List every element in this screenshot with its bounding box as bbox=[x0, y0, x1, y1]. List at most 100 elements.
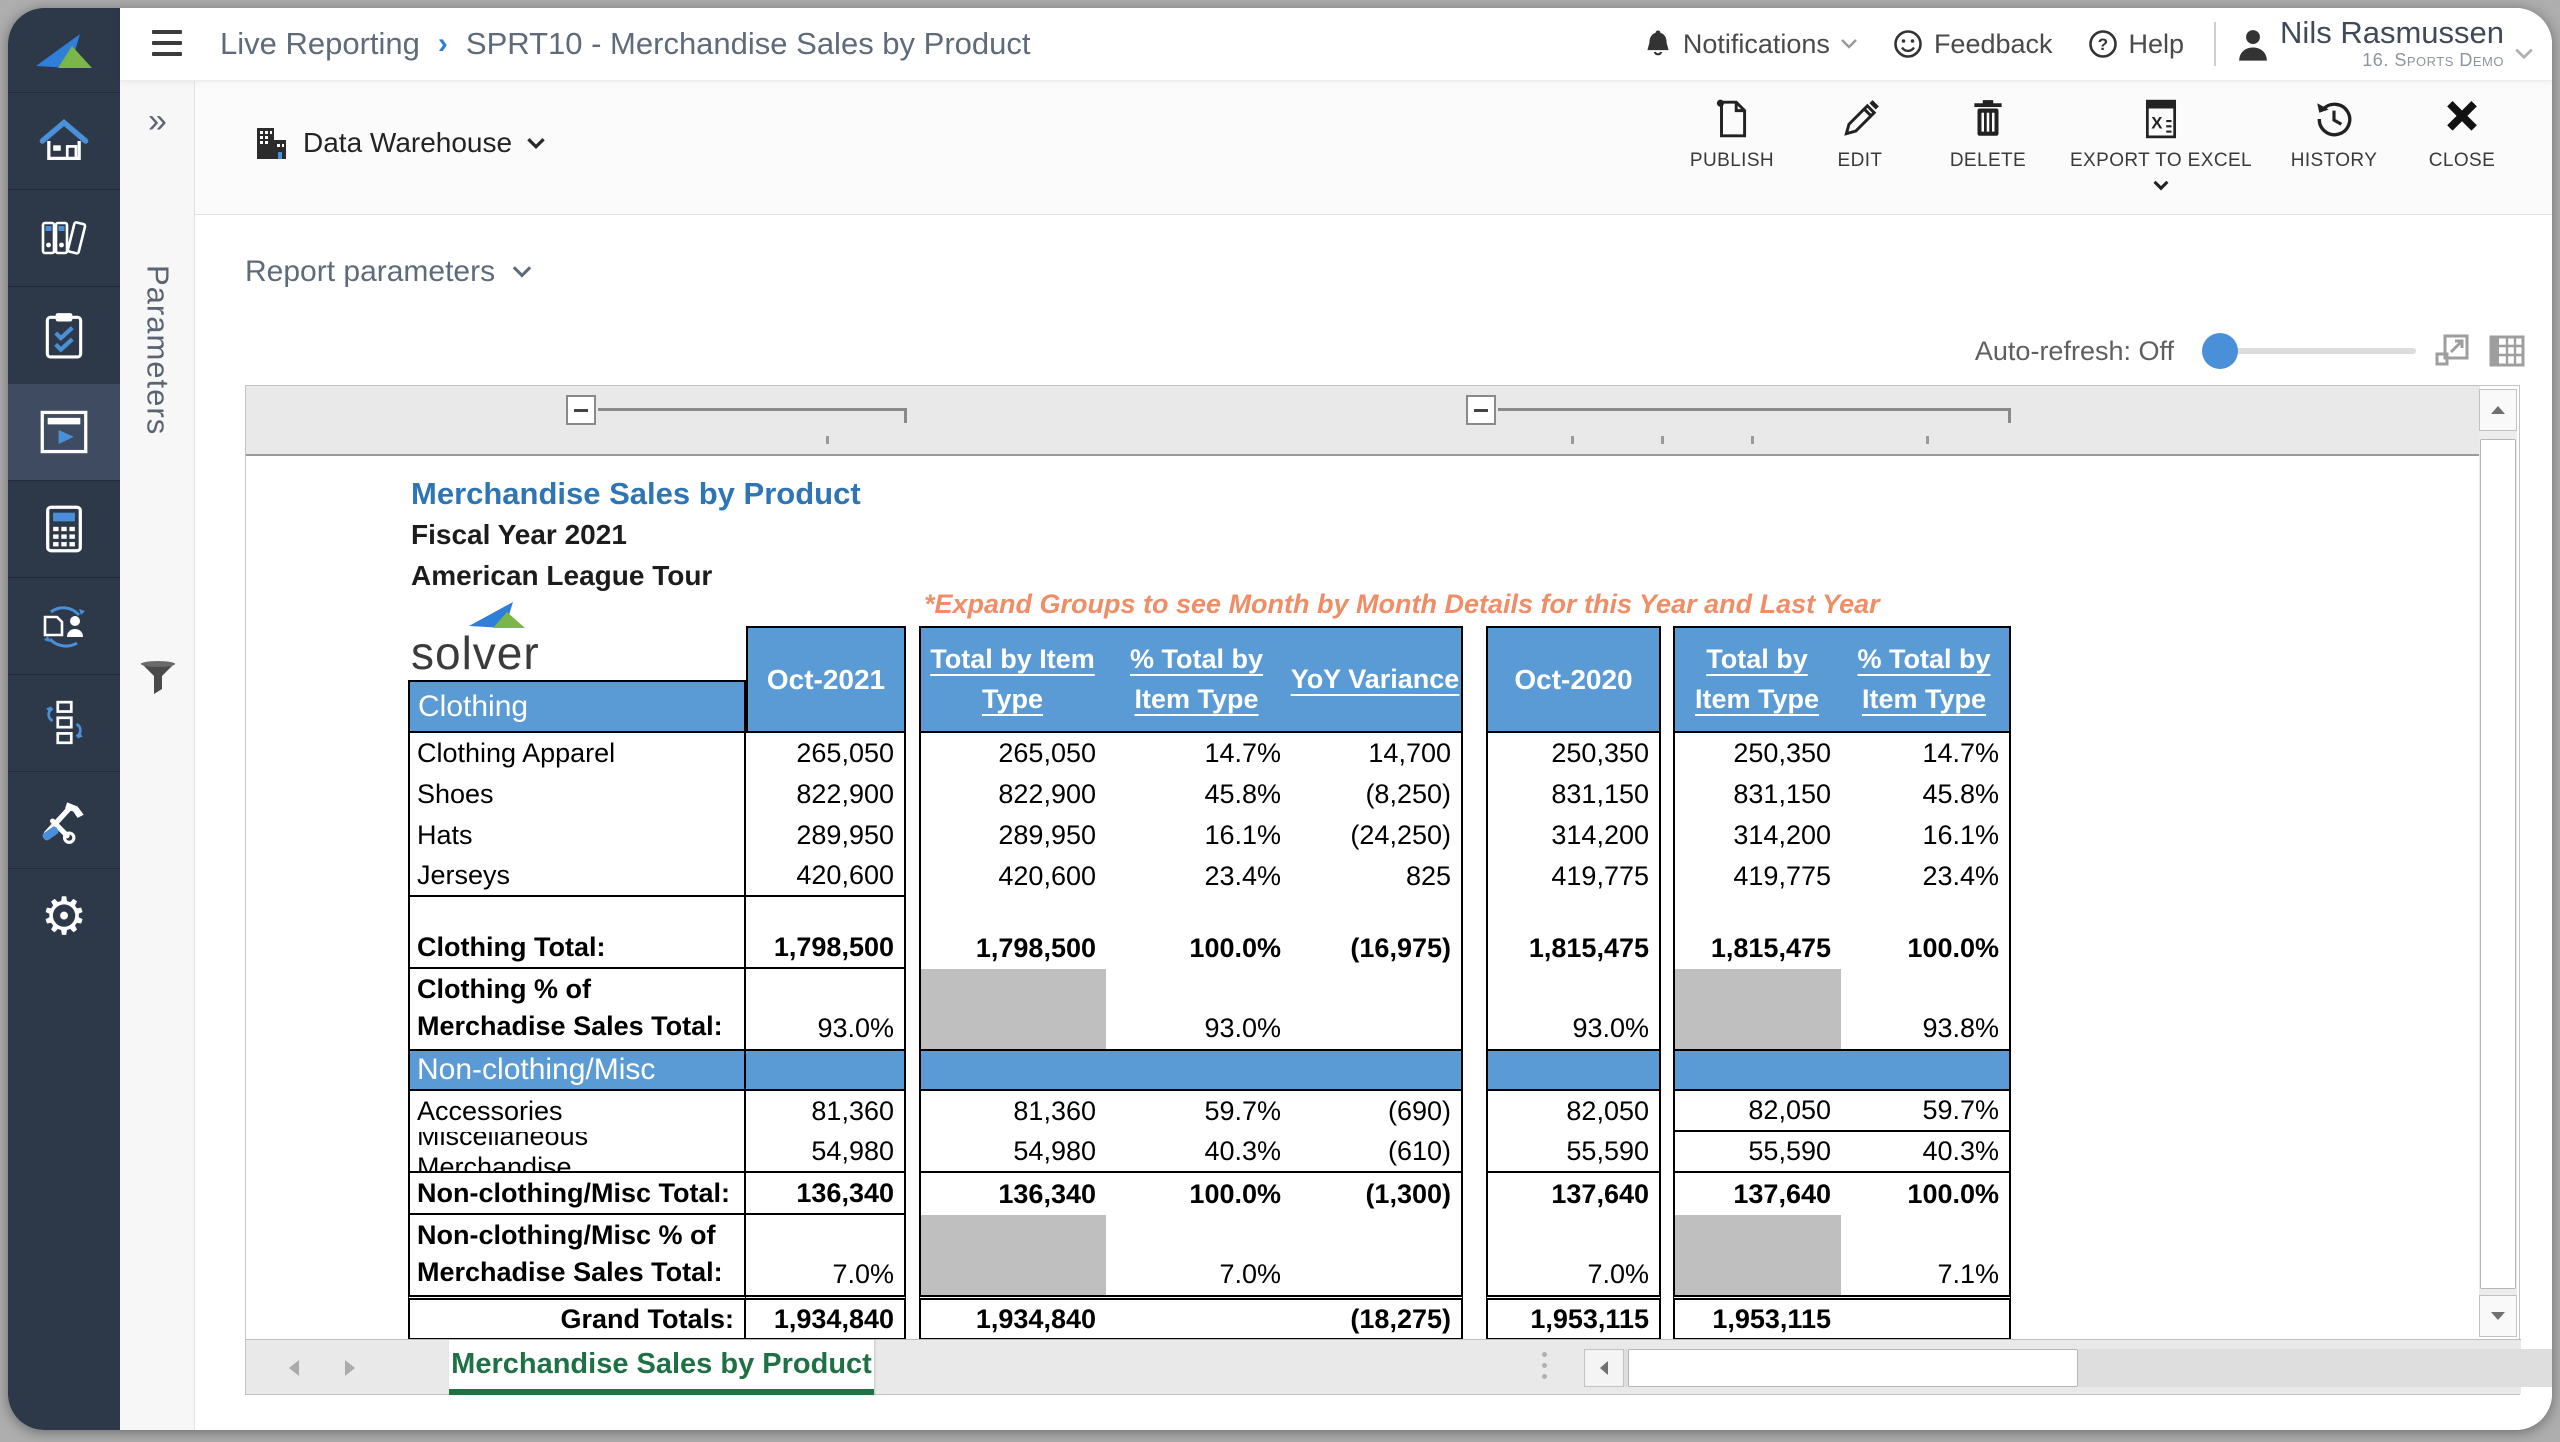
month1-cell: 1,934,840 bbox=[746, 1295, 906, 1341]
report-parameters-toggle[interactable]: Report parameters bbox=[245, 255, 533, 289]
publish-button[interactable]: PUBLISH bbox=[1672, 94, 1792, 176]
row-label-cell: Shoes bbox=[408, 774, 746, 815]
total-by-item-cell: 265,050 bbox=[919, 733, 1106, 774]
month1-cell: 54,980 bbox=[746, 1132, 906, 1173]
data-source-dropdown[interactable]: Data Warehouse bbox=[253, 124, 546, 162]
hamburger-menu-icon[interactable] bbox=[152, 30, 182, 56]
app-root: Live Reporting › SPRT10 - Merchandise Sa… bbox=[0, 0, 2560, 1442]
group-1-bracket-end bbox=[904, 408, 907, 423]
pencil-icon bbox=[1840, 98, 1880, 140]
vertical-scroll-thumb[interactable] bbox=[2480, 439, 2516, 1289]
scroll-down-button[interactable] bbox=[2479, 1295, 2517, 1337]
sidebar-item-process[interactable] bbox=[8, 674, 120, 771]
report-player-icon bbox=[39, 409, 89, 455]
month1-cell: 93.0% bbox=[746, 969, 906, 1049]
table-row: Non-clothing/Misc % of Merchadise Sales … bbox=[408, 1215, 2011, 1295]
funnel-icon[interactable] bbox=[138, 660, 178, 696]
column-header-pct-total-by-item-type: % Total by Item Type bbox=[1104, 640, 1289, 718]
month1-cell: 1,798,500 bbox=[746, 927, 906, 969]
sidebar-item-settings[interactable]: ⚙ bbox=[8, 868, 120, 965]
breadcrumb-report-name[interactable]: SPRT10 - Merchandise Sales by Product bbox=[466, 26, 1031, 62]
group-2-bracket bbox=[1498, 408, 2010, 411]
tools-icon bbox=[38, 796, 90, 844]
row-label-cell: Non-clothing/Misc Total: bbox=[408, 1173, 746, 1215]
grid-view-icon[interactable] bbox=[2488, 333, 2526, 369]
report-subtitle-year: Fiscal Year 2021 bbox=[411, 519, 627, 551]
table-row: Miscellaneous Merchandise54,98054,98040.… bbox=[408, 1132, 2011, 1173]
notifications-button[interactable]: Notifications bbox=[1633, 28, 1868, 60]
publish-label: PUBLISH bbox=[1690, 150, 1774, 172]
total-by-item-ly-cell: 55,590 bbox=[1673, 1132, 1841, 1173]
previous-sheet-icon[interactable] bbox=[286, 1358, 302, 1378]
close-icon bbox=[2443, 98, 2481, 140]
resize-icon[interactable] bbox=[2434, 333, 2470, 369]
solver-logo[interactable] bbox=[8, 8, 120, 92]
month2-cell: 250,350 bbox=[1486, 733, 1661, 774]
table-row: Non-clothing/Misc Total:136,340136,34010… bbox=[408, 1173, 2011, 1215]
outline-tick bbox=[1926, 436, 1929, 444]
row-label-cell: Grand Totals: bbox=[408, 1295, 746, 1341]
report-content: Report parameters Auto-refresh: Off bbox=[195, 215, 2552, 1430]
pct-total-cell: 100.0% bbox=[1106, 1173, 1291, 1215]
column-group-this-year: Total by Item Type % Total by Item Type … bbox=[919, 626, 1463, 733]
table-section-row: Non-clothing/Misc bbox=[408, 1049, 2011, 1091]
value-cell bbox=[746, 897, 906, 927]
feedback-button[interactable]: Feedback bbox=[1882, 28, 2063, 60]
row-label-cell: Jerseys bbox=[408, 856, 746, 897]
sidebar-item-budgeting[interactable] bbox=[8, 480, 120, 577]
help-button[interactable]: ? Help bbox=[2077, 28, 2195, 60]
sidebar-item-collaboration[interactable] bbox=[8, 577, 120, 674]
sidebar-item-home[interactable] bbox=[8, 92, 120, 189]
collapse-group-1-button[interactable] bbox=[566, 395, 596, 425]
total-by-item-ly-cell: 82,050 bbox=[1673, 1091, 1841, 1132]
header-right-group: Notifications Feedback ? Help Nils Rasmu… bbox=[1633, 8, 2534, 80]
breadcrumb-live-reporting[interactable]: Live Reporting bbox=[220, 26, 420, 62]
history-button[interactable]: HISTORY bbox=[2274, 94, 2394, 176]
horizontal-scrollbar bbox=[1584, 1349, 2552, 1387]
close-button[interactable]: CLOSE bbox=[2402, 94, 2522, 176]
user-menu[interactable]: Nils Rasmussen 16. Sports Demo bbox=[2236, 17, 2534, 71]
pct-total-ly-cell bbox=[1841, 1295, 2011, 1341]
month1-cell: 7.0% bbox=[746, 1215, 906, 1295]
pct-total-cell: 14.7% bbox=[1106, 733, 1291, 774]
row-label-cell: Hats bbox=[408, 815, 746, 856]
tabbar-splitter[interactable] bbox=[1542, 1352, 1547, 1379]
user-name: Nils Rasmussen bbox=[2280, 17, 2504, 50]
data-source-label: Data Warehouse bbox=[303, 127, 512, 159]
value-cell bbox=[1673, 1049, 2011, 1091]
sidebar-item-live-reporting[interactable] bbox=[8, 383, 120, 480]
scroll-left-button[interactable] bbox=[1584, 1349, 1624, 1387]
user-info: Nils Rasmussen 16. Sports Demo bbox=[2280, 17, 2504, 71]
total-by-item-ly-cell: 1,953,115 bbox=[1673, 1295, 1841, 1341]
total-by-item-cell bbox=[919, 1215, 1106, 1295]
svg-text:X: X bbox=[2151, 113, 2163, 132]
sheet-tab-nav bbox=[286, 1340, 358, 1395]
column-group-last-year: Total by Item Type % Total by Item Type bbox=[1673, 626, 2011, 733]
auto-refresh-slider[interactable] bbox=[2206, 348, 2416, 354]
sidebar-item-administration[interactable] bbox=[8, 771, 120, 868]
row-label-cell: Miscellaneous Merchandise bbox=[408, 1132, 746, 1173]
collapse-group-2-button[interactable] bbox=[1466, 395, 1496, 425]
delete-button[interactable]: DELETE bbox=[1928, 94, 2048, 176]
group-1-bracket bbox=[598, 408, 906, 411]
horizontal-scroll-thumb[interactable] bbox=[1628, 1349, 2078, 1387]
expand-parameters-icon[interactable]: » bbox=[120, 102, 195, 141]
sheet-tab-active[interactable]: Merchandise Sales by Product bbox=[449, 1340, 874, 1395]
value-cell bbox=[1673, 897, 2011, 927]
parameters-rail: » Parameters bbox=[120, 80, 195, 1430]
month1-cell: 136,340 bbox=[746, 1173, 906, 1215]
column-header-pct-total-by-item-type-ly: % Total by Item Type bbox=[1839, 640, 2009, 718]
slider-knob[interactable] bbox=[2202, 333, 2238, 369]
export-to-excel-button[interactable]: X EXPORT TO EXCEL bbox=[2056, 94, 2266, 195]
scroll-up-button[interactable] bbox=[2479, 389, 2517, 431]
month2-cell: 55,590 bbox=[1486, 1132, 1661, 1173]
history-label: HISTORY bbox=[2291, 150, 2378, 172]
next-sheet-icon[interactable] bbox=[342, 1358, 358, 1378]
sidebar-item-tasks[interactable] bbox=[8, 286, 120, 383]
workflow-icon bbox=[39, 698, 89, 748]
row-label-cell: Clothing Apparel bbox=[408, 733, 746, 774]
sidebar-item-library[interactable] bbox=[8, 189, 120, 286]
edit-button[interactable]: EDIT bbox=[1800, 94, 1920, 176]
horizontal-scroll-track[interactable] bbox=[1624, 1349, 2552, 1387]
binders-icon bbox=[37, 215, 91, 261]
